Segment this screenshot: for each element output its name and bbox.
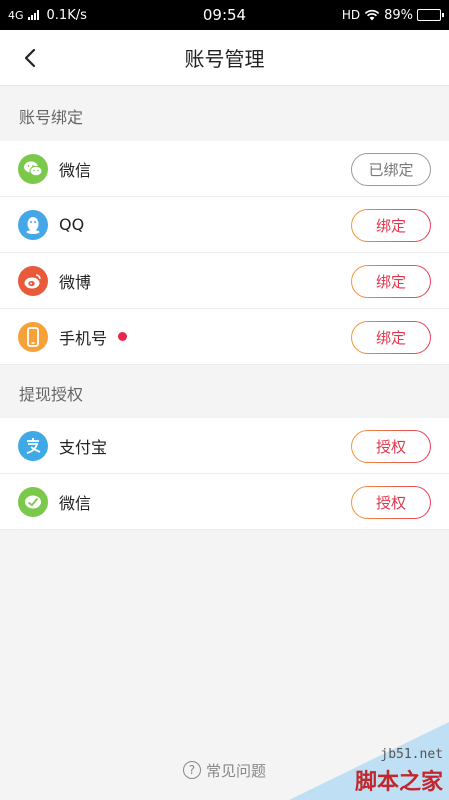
alipay-authorize-button[interactable]: 授权 — [351, 430, 431, 463]
phone-bind-button[interactable]: 绑定 — [351, 321, 431, 354]
back-button[interactable] — [14, 42, 46, 74]
wechat-icon — [18, 153, 48, 184]
watermark: jb51.net 脚本之家 — [289, 722, 449, 800]
network-speed: 0.1K/s — [46, 7, 87, 23]
weibo-bind-button[interactable]: 绑定 — [351, 265, 431, 298]
watermark-url: jb51.net — [380, 747, 443, 762]
list-item-label: 支付宝 — [59, 437, 108, 457]
list-item-label: 微博 — [59, 272, 92, 292]
qq-icon — [18, 209, 48, 240]
alipay-icon — [18, 430, 48, 461]
phone-icon — [18, 321, 48, 352]
list-item-label: QQ — [59, 215, 85, 234]
watermark-name: 脚本之家 — [354, 770, 443, 795]
question-circle-icon: ? — [182, 761, 201, 779]
list-item-weibo: 微博 绑定 — [0, 253, 449, 309]
list-item-qq: QQ 绑定 — [0, 197, 449, 253]
wechat-pay-authorize-button[interactable]: 授权 — [351, 486, 431, 519]
hd-indicator: HD — [341, 8, 361, 22]
chevron-left-icon — [24, 48, 36, 68]
list-item-phone: 手机号 绑定 — [0, 309, 449, 365]
faq-label: 常见问题 — [205, 761, 266, 780]
wechat-pay-icon — [18, 486, 48, 517]
list-item-label: 微信 — [59, 493, 92, 513]
battery-percent: 89% — [384, 7, 413, 23]
signal-icon — [27, 10, 39, 20]
red-dot-badge — [118, 332, 128, 341]
list-item-label: 手机号 — [59, 328, 108, 348]
qq-bind-button[interactable]: 绑定 — [351, 209, 431, 242]
section-header-binding: 账号绑定 — [0, 88, 449, 144]
battery-icon — [417, 9, 444, 21]
list-item-wechat-pay: 微信 授权 — [0, 474, 449, 530]
weibo-icon — [18, 265, 48, 296]
network-type: 4G — [8, 8, 24, 22]
nav-bar: 账号管理 — [0, 30, 449, 86]
list-item-alipay: 支付宝 授权 — [0, 418, 449, 474]
page-title: 账号管理 — [184, 47, 265, 71]
wifi-icon — [364, 9, 380, 21]
status-bar: 4G 0.1K/s 09:54 HD 89% — [0, 0, 449, 30]
list-item-wechat: 微信 已绑定 — [0, 141, 449, 197]
section-header-auth: 提现授权 — [0, 365, 449, 421]
wechat-bound-button[interactable]: 已绑定 — [351, 153, 431, 186]
list-item-label: 微信 — [59, 160, 92, 180]
